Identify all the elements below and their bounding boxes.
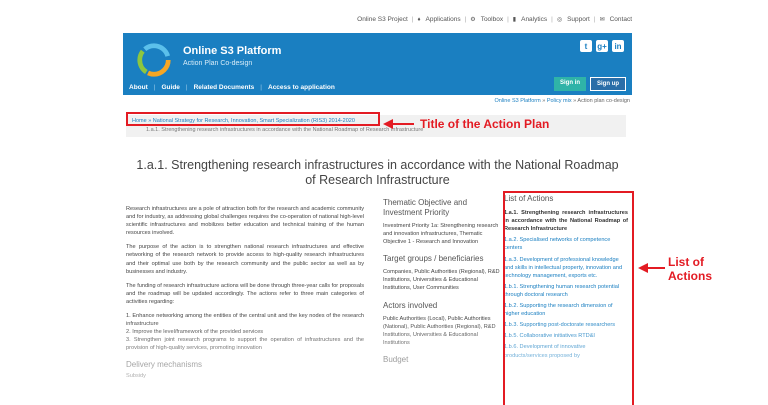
- site-subtitle: Action Plan Co-design: [183, 60, 253, 67]
- budget-heading: Budget: [383, 354, 409, 364]
- util-link-applications[interactable]: Applications: [426, 16, 461, 23]
- delivery-mechanisms-heading: Delivery mechanisms: [126, 359, 203, 369]
- target-groups-heading: Target groups / beneficiaries: [383, 254, 484, 264]
- crumb-policy-mix-link[interactable]: Policy mix: [547, 98, 572, 104]
- util-link-toolbox[interactable]: Toolbox: [481, 16, 503, 23]
- sign-in-button[interactable]: Sign in: [554, 77, 586, 91]
- actors-section: Actors involved Public Authorities (Loca…: [383, 301, 505, 347]
- target-groups-section: Target groups / beneficiaries Companies,…: [383, 254, 505, 292]
- separator: |: [464, 16, 467, 23]
- social-links: t g+ in: [580, 40, 624, 52]
- actions-highlight-box: [503, 191, 634, 405]
- thematic-objective-heading: Thematic Objective and Investment Priori…: [383, 198, 468, 217]
- description-paragraph: 3. Strengthen joint research programs to…: [126, 337, 364, 352]
- separator: |: [507, 16, 509, 23]
- nav-related-documents[interactable]: Related Documents: [194, 84, 255, 91]
- site-header: Online S3 Platform Action Plan Co-design…: [123, 33, 632, 95]
- thematic-objective-value: Investment Priority 1a: Strengthening re…: [383, 223, 499, 246]
- thematic-objective-section: Thematic Objective and Investment Priori…: [383, 198, 505, 246]
- page-title: 1.a.1. Strengthening research infrastruc…: [136, 158, 619, 187]
- delivery-mechanisms-value: Subsidy: [126, 372, 146, 379]
- util-link-project[interactable]: Online S3 Project: [357, 16, 408, 23]
- mail-icon: ✉: [599, 17, 605, 23]
- util-link-contact[interactable]: Contact: [610, 16, 632, 23]
- separator: |: [260, 84, 262, 91]
- bar-chart-icon: ▮: [512, 17, 517, 23]
- actions-annotation-label: List of Actions: [668, 255, 712, 283]
- util-link-analytics[interactable]: Analytics: [521, 16, 547, 23]
- crumb-current: Action plan co-design: [577, 98, 630, 104]
- description-paragraph: The funding of research infrastructure a…: [126, 282, 364, 305]
- google-plus-icon[interactable]: g+: [596, 40, 608, 52]
- nav-access-application[interactable]: Access to application: [268, 84, 335, 91]
- gear-icon: ⚙: [470, 17, 476, 23]
- title-highlight-box: [126, 112, 380, 126]
- nav-guide[interactable]: Guide: [161, 84, 179, 91]
- action-details: Thematic Objective and Investment Priori…: [383, 198, 505, 373]
- breadcrumb-secondary: Online S3 Platform » Policy mix » Action…: [495, 98, 630, 104]
- breadcrumb-line-2: 1.a.1. Strengthening research infrastruc…: [146, 127, 423, 133]
- actors-value: Public Authorities (Local), Public Autho…: [383, 315, 496, 346]
- action-description: Research infrastructures are a pole of a…: [126, 205, 364, 380]
- separator: |: [153, 84, 156, 91]
- pin-icon: ♦: [417, 16, 421, 23]
- crumb-current-action: 1.a.1. Strengthening research infrastruc…: [146, 127, 424, 133]
- actions-annotation-line-2: Actions: [668, 269, 713, 283]
- sign-up-button[interactable]: Sign up: [590, 77, 626, 91]
- budget-section: Budget: [383, 355, 505, 365]
- site-title: Online S3 Platform: [183, 45, 282, 57]
- title-annotation-label: Title of the Action Plan: [420, 117, 550, 131]
- actions-arrow: [647, 267, 665, 269]
- separator: |: [593, 16, 596, 23]
- utility-bar: Online S3 Project | ♦ Applications | ⚙ T…: [357, 16, 632, 23]
- description-paragraph: 2. Improve the level/framework of the pr…: [126, 329, 264, 336]
- crumb-platform-link[interactable]: Online S3 Platform: [495, 98, 541, 104]
- title-arrow: [392, 123, 414, 125]
- separator: |: [411, 16, 414, 23]
- twitter-icon[interactable]: t: [580, 40, 592, 52]
- separator: |: [185, 84, 188, 91]
- actions-annotation-line-1: List of: [668, 255, 704, 269]
- platform-logo-icon[interactable]: [135, 41, 173, 79]
- nav-about[interactable]: About: [129, 84, 148, 91]
- description-paragraph: The purpose of the action is to strength…: [126, 244, 364, 275]
- auth-buttons: Sign in Sign up: [554, 77, 626, 91]
- title-arrow-head: [383, 119, 393, 129]
- separator: |: [551, 16, 553, 23]
- target-groups-value: Companies, Public Authorities (Regional)…: [383, 269, 500, 292]
- description-paragraph: Research infrastructures are a pole of a…: [126, 206, 364, 237]
- linkedin-icon[interactable]: in: [612, 40, 624, 52]
- description-paragraph: 1. Enhance networking among the entities…: [126, 313, 364, 328]
- actors-heading: Actors involved: [383, 300, 438, 310]
- support-icon: ◎: [556, 17, 563, 23]
- util-link-support[interactable]: Support: [567, 16, 590, 23]
- main-nav: About | Guide | Related Documents | Acce…: [129, 84, 335, 91]
- actions-arrow-head: [638, 263, 648, 273]
